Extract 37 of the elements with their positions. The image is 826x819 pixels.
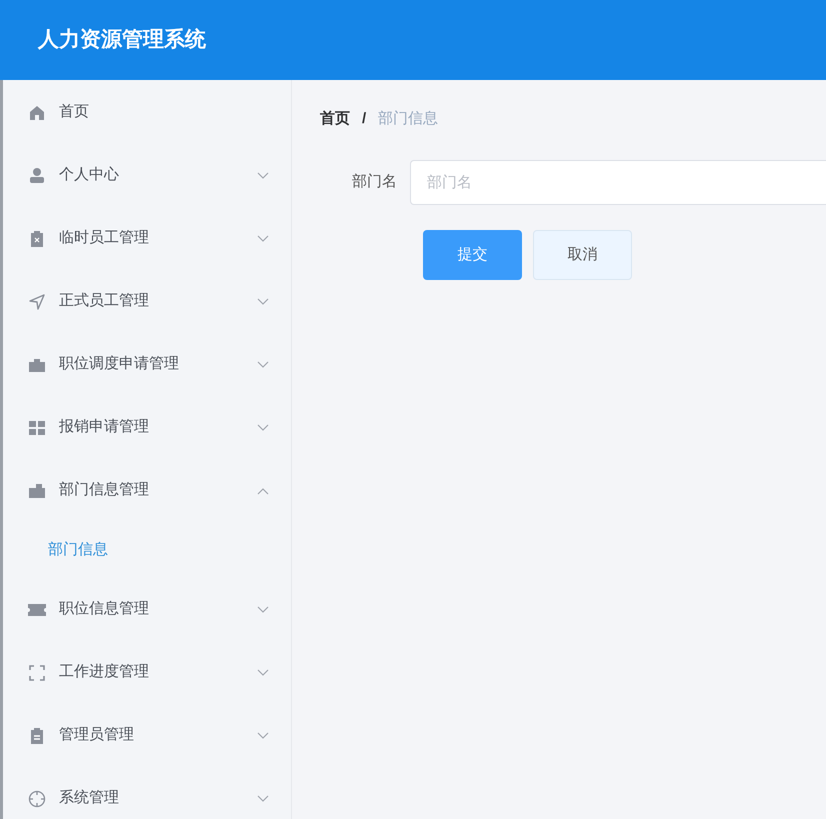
chevron-down-icon [257, 668, 269, 676]
wallet-icon [28, 482, 46, 500]
menu-item[interactable]: 职位调度申请管理 [3, 333, 291, 396]
breadcrumb-separator: / [362, 108, 366, 129]
chevron-down-icon [257, 172, 269, 180]
navigation-arrow-icon [28, 292, 46, 310]
app-title: 人力资源管理系统 [38, 27, 206, 54]
chevron-down-icon [257, 732, 269, 740]
menu-item[interactable]: 职位信息管理 [3, 578, 291, 641]
menu-item[interactable]: 临时员工管理 [3, 207, 291, 270]
cancel-button[interactable]: 取消 [533, 230, 632, 280]
chevron-down-icon [257, 424, 269, 432]
menu-item[interactable]: 管理员管理 [3, 704, 291, 767]
menu-item[interactable]: 报销申请管理 [3, 396, 291, 459]
grid-icon [28, 418, 46, 436]
chevron-up-icon [257, 486, 269, 494]
field-label: 部门名 [351, 172, 398, 192]
clipboard-icon [28, 726, 46, 744]
crosshair-icon [28, 790, 46, 808]
chevron-down-icon [257, 606, 269, 614]
user-icon [28, 166, 46, 184]
chevron-down-icon [257, 794, 269, 802]
breadcrumb-item: 部门信息 [378, 108, 438, 129]
chevron-down-icon [257, 234, 269, 242]
menu-item[interactable]: 个人中心 [3, 144, 291, 207]
menu-item[interactable]: 系统管理 [3, 767, 291, 819]
department-name-input[interactable]: 部门名 [410, 160, 826, 205]
breadcrumb-item[interactable]: 首页 [320, 108, 350, 130]
home-icon [28, 104, 46, 122]
chevron-down-icon [257, 360, 269, 368]
fullscreen-icon [28, 664, 46, 682]
menu-item[interactable]: 正式员工管理 [3, 270, 291, 333]
clipboard-x-icon [28, 230, 46, 248]
chevron-down-icon [257, 298, 269, 306]
menu-item[interactable]: 部门信息管理 [3, 459, 291, 522]
menu-item[interactable]: 工作进度管理 [3, 641, 291, 704]
menu-item[interactable]: 首页 [3, 81, 291, 144]
